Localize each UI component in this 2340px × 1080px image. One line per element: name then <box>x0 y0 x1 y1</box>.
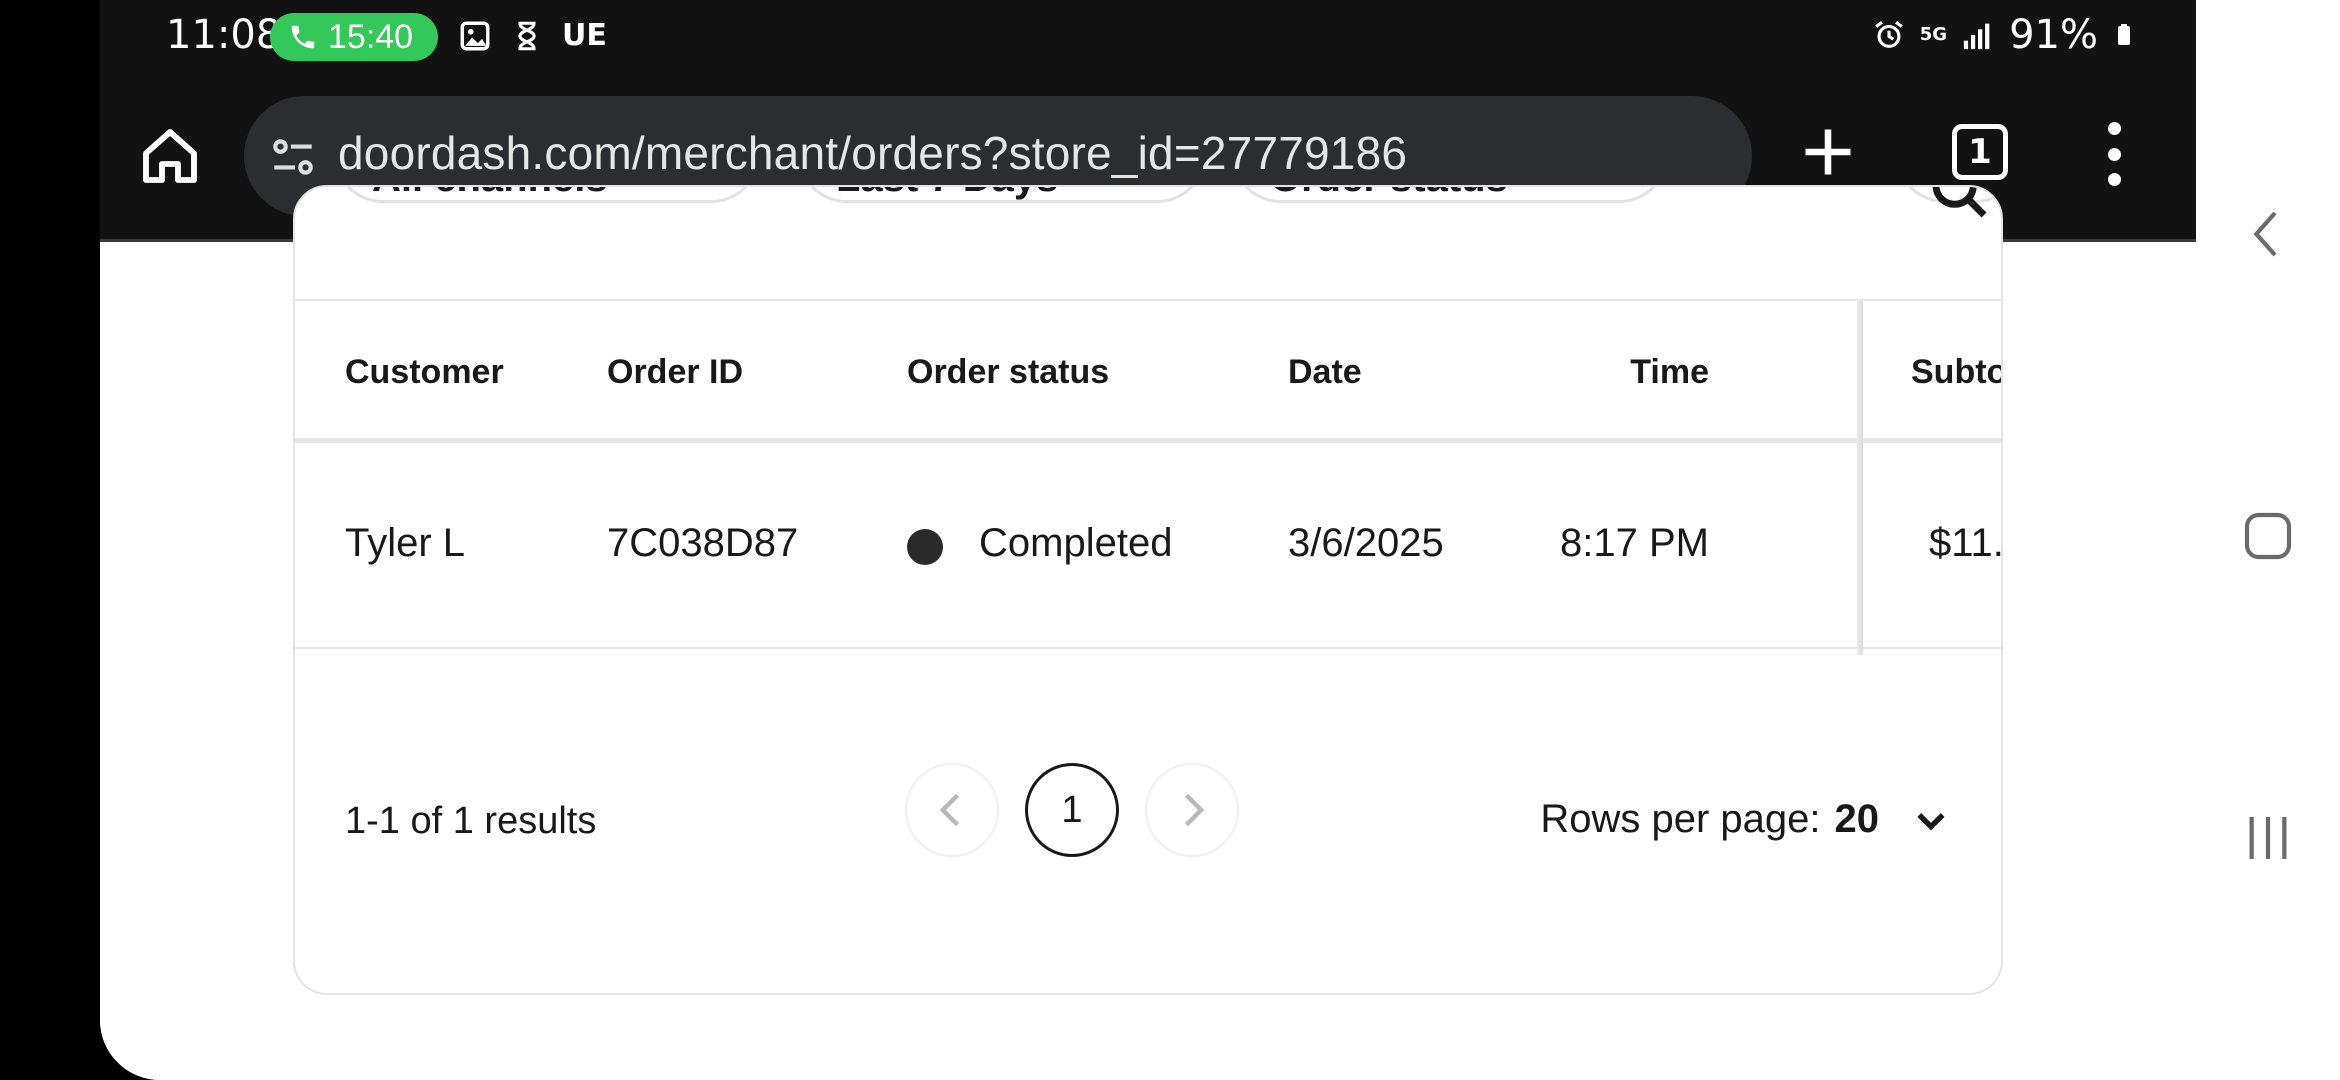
ongoing-call-pill[interactable]: 15:40 <box>270 13 438 61</box>
signal-icon <box>1963 23 1990 50</box>
chevron-down-icon <box>684 185 722 186</box>
date-range-filter-label: Last 7 Days <box>836 187 1058 198</box>
rows-per-page-select[interactable]: Rows per page: 20 <box>1540 797 1951 842</box>
rows-per-page-value: 20 <box>1834 797 1880 841</box>
more-menu-icon[interactable] <box>2104 122 2124 186</box>
home-icon[interactable] <box>138 124 202 188</box>
header-order-id[interactable]: Order ID <box>607 353 743 392</box>
cell-order-id: 7C038D87 <box>607 521 799 565</box>
device-screen: 11:08 15:40 UE 5G 91% doordash.com/merch… <box>100 0 2196 1080</box>
chevron-left-icon <box>939 793 960 827</box>
table-row[interactable]: Tyler L 7C038D87 Completed 3/6/2025 8:17… <box>295 443 2001 649</box>
image-notification-icon <box>460 21 490 50</box>
page-number-button[interactable]: 1 <box>1025 763 1119 857</box>
channels-filter[interactable]: All channels <box>333 185 761 203</box>
chevron-down-icon <box>1917 812 1945 830</box>
battery-percent: 91% <box>2009 12 2098 58</box>
cell-date: 3/6/2025 <box>1288 521 1444 565</box>
status-dot-icon <box>907 529 943 565</box>
phone-icon <box>291 25 315 49</box>
recents-icon[interactable] <box>2240 810 2296 866</box>
back-icon[interactable] <box>2240 206 2296 262</box>
alarm-icon <box>1875 21 1903 48</box>
pagination-footer: 1-1 of 1 results 1 Rows per page: 20 <box>295 657 2001 993</box>
orders-table: Customer Order ID Order status Date Time… <box>295 301 2001 655</box>
carrier-tag: UE <box>562 18 607 53</box>
cell-order-status: Completed <box>979 521 1173 565</box>
chevron-right-icon <box>1184 793 1205 827</box>
next-page-button[interactable] <box>1145 763 1239 857</box>
orders-page: All channels Last 7 Days Order status Cu… <box>100 185 2196 1080</box>
orders-card: All channels Last 7 Days Order status Cu… <box>293 185 2003 995</box>
battery-icon <box>2118 24 2130 45</box>
search-button[interactable] <box>1895 187 2001 218</box>
plus-icon[interactable] <box>1798 122 1858 182</box>
header-subtotal[interactable]: Subtotal <box>1911 353 2001 392</box>
previous-page-button[interactable] <box>905 763 999 857</box>
header-order-status[interactable]: Order status <box>907 353 1109 392</box>
header-customer[interactable]: Customer <box>345 353 504 392</box>
header-time[interactable]: Time <box>1630 353 1709 392</box>
clear-filter-icon[interactable] <box>1130 185 1168 186</box>
site-settings-icon[interactable] <box>268 132 318 182</box>
order-status-filter[interactable]: Order status <box>1231 185 1669 203</box>
url-text: doordash.com/merchant/orders?store_id=27… <box>338 127 1408 179</box>
tab-switcher-button[interactable]: 1 <box>1952 124 2008 180</box>
sticky-column-divider <box>1857 301 1863 655</box>
order-status-filter-label: Order status <box>1270 187 1508 198</box>
home-square-icon[interactable] <box>2240 508 2296 564</box>
table-header: Customer Order ID Order status Date Time… <box>295 301 2001 443</box>
cell-subtotal: $11.99 <box>1929 521 2003 565</box>
search-icon <box>1932 187 1987 218</box>
rows-per-page-label: Rows per page: <box>1540 797 1821 841</box>
status-time: 11:08 <box>166 12 282 58</box>
cell-customer: Tyler L <box>345 521 466 565</box>
header-date[interactable]: Date <box>1288 353 1362 392</box>
hourglass-icon <box>518 21 536 50</box>
cell-time: 8:17 PM <box>1560 521 1709 565</box>
channels-filter-label: All channels <box>372 187 608 198</box>
chevron-down-icon <box>1592 185 1630 186</box>
system-navigation-bar <box>2196 0 2340 1080</box>
call-timer: 15:40 <box>328 17 414 56</box>
network-type: 5G <box>1919 24 1948 45</box>
results-count: 1-1 of 1 results <box>345 800 597 842</box>
status-bar: 11:08 15:40 UE 5G 91% <box>100 0 2196 72</box>
date-range-filter[interactable]: Last 7 Days <box>797 185 1207 203</box>
